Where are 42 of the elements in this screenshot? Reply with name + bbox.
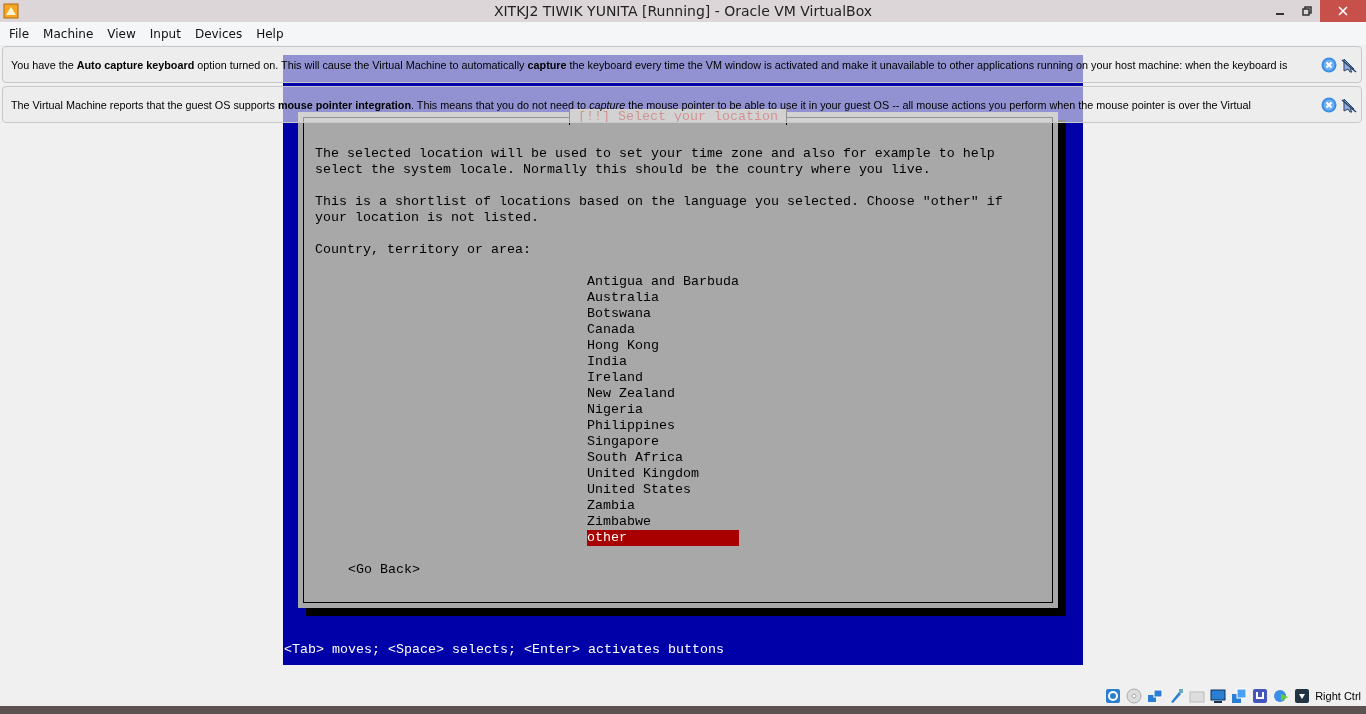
country-option[interactable]: Canada: [587, 322, 739, 338]
country-option[interactable]: Philippines: [587, 418, 739, 434]
menu-item[interactable]: File: [2, 26, 37, 41]
country-option[interactable]: other: [587, 530, 739, 546]
country-option[interactable]: South Africa: [587, 450, 739, 466]
menu-item[interactable]: Help: [249, 26, 291, 41]
country-option[interactable]: United Kingdom: [587, 466, 739, 482]
country-option[interactable]: Nigeria: [587, 402, 739, 418]
country-option[interactable]: Singapore: [587, 434, 739, 450]
restore-icon: [1301, 6, 1312, 16]
menu-item[interactable]: Input: [142, 26, 188, 41]
country-option[interactable]: Zimbabwe: [587, 514, 739, 530]
minimize-icon: [1275, 13, 1284, 15]
country-option[interactable]: Botswana: [587, 306, 739, 322]
country-option[interactable]: Ireland: [587, 370, 739, 386]
paragraph: The selected location will be used to set your time zone and also for example to help select the system locale. Normally this should be the country where you live.: [315, 146, 996, 178]
country-option[interactable]: New Zealand: [587, 386, 739, 402]
usb-icon[interactable]: [1168, 688, 1185, 704]
app-icon: [3, 3, 19, 19]
country-option[interactable]: Hong Kong: [587, 338, 739, 354]
country-option[interactable]: India: [587, 354, 739, 370]
go-back-button[interactable]: <Go Back>: [348, 562, 420, 578]
country-option[interactable]: United States: [587, 482, 739, 498]
country-option[interactable]: Antigua and Barbuda: [587, 274, 739, 290]
host-key-label: Right Ctrl: [1315, 690, 1361, 702]
help-line: <Tab> moves; <Space> selects; <Enter> activates buttons: [284, 642, 724, 658]
close-button[interactable]: [1320, 0, 1366, 22]
notification-text: The Virtual Machine reports that the guest OS supports mouse pointer integration. This means that you do not need to capture the mouse pointer to be able to use it in your guest OS -- all mouse actions you perform when the mouse pointer is over the Virtual: [11, 98, 1252, 111]
prompt-label: Country, territory or area:: [315, 242, 532, 258]
display-icon[interactable]: [1210, 688, 1227, 704]
window-title: XITKJ2 TIWIK YUNITA [Running] - Oracle VM VirtualBox: [493, 3, 873, 19]
disk-icon[interactable]: [1105, 688, 1122, 704]
menu-item[interactable]: View: [100, 26, 143, 41]
country-option[interactable]: Australia: [587, 290, 739, 306]
menu-item[interactable]: Machine: [36, 26, 101, 41]
crossed-pointer-icon[interactable]: [1341, 56, 1357, 73]
crossed-pointer-icon[interactable]: [1341, 96, 1357, 113]
country-option[interactable]: Zambia: [587, 498, 739, 514]
menu-item[interactable]: Devices: [187, 26, 250, 41]
notification-text: You have the Auto capture keyboard option turned on. This will cause the Virtual Machine to automatically capture the keyboard every time the VM window is activated and make it unavailable to other applications running on your host machine: when the keyboard is: [11, 58, 1289, 71]
paragraph: This is a shortlist of locations based on the language you selected. Choose "other" if your location is not listed.: [315, 194, 1004, 226]
close-icon: [1338, 6, 1348, 16]
